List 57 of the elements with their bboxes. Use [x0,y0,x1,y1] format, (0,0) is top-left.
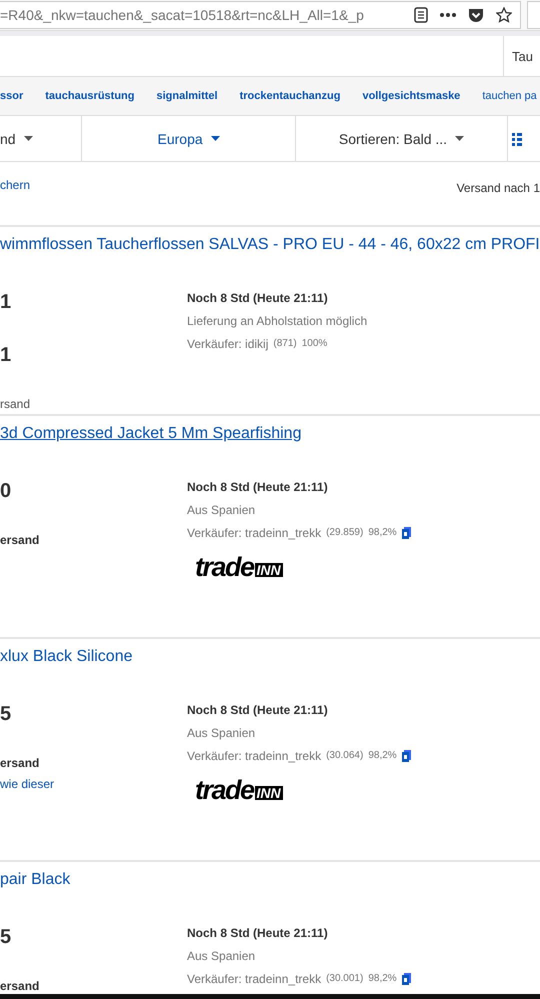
filter-dropdown[interactable]: Sortieren: Bald ... [296,116,508,161]
location-text: Lieferung an Abholstation möglich [187,313,368,329]
listing-title-link[interactable]: xlux Black Silicone [0,648,132,666]
location-text: Aus Spanien [187,948,256,964]
price: 5 [0,702,12,727]
related-search-link[interactable]: signalmittel [156,90,218,102]
reader-view-icon[interactable] [414,7,428,23]
listing-title-link[interactable]: pair Black [0,871,70,889]
shipping-text: ersand [0,755,40,771]
save-search-link[interactable]: chern [0,178,30,225]
star-icon[interactable] [496,7,512,23]
feedback-percent: 98,2% [368,749,397,763]
price: 1 [0,343,12,368]
related-search-link[interactable]: trockentauchanzug [240,90,340,102]
time-left-text: Noch 8 Std (Heute 21:11) [187,925,328,941]
feedback-count: (871) [273,337,297,351]
seller-logo: tradeINN [195,555,283,579]
feedback-count: (29.859) [326,526,364,540]
feedback-percent: 98,2% [368,526,397,540]
listing-title-link[interactable]: wimmflossen Taucherflossen SALVAS - PRO EU - 44 - 46, 60x22 cm PROFI [0,236,540,254]
similar-link[interactable]: wie dieser [0,776,187,792]
location-text: Aus Spanien [187,502,256,518]
more-icon[interactable] [440,13,456,17]
shipping-text: ersand [0,532,40,548]
ship-to-text: Versand nach 1 [456,181,540,197]
caret-icon [210,136,220,141]
time-left-text: Noch 8 Std (Heute 21:11) [187,290,328,306]
shipping-text: rsand [0,396,32,412]
seller-text: Verkäufer: tradeinn_trekk [187,525,322,541]
feedback-percent: 100% [302,337,328,351]
filter-dropdown[interactable]: nd [0,116,82,161]
shipping-text: ersand [0,978,40,994]
feedback-percent: 98,2% [368,972,397,986]
seller-text: Verkäufer: tradeinn_trekk [187,748,322,764]
filter-dropdown[interactable]: Europa [82,116,296,161]
seller-text: Verkäufer: tradeinn_trekk [187,971,322,987]
price: 0 [0,479,12,504]
related-search-link[interactable]: ssor [0,90,24,102]
caret-icon [24,136,33,141]
time-left-text: Noch 8 Std (Heute 21:11) [187,479,328,495]
location-text: Aus Spanien [187,725,256,741]
pocket-icon[interactable] [468,8,484,22]
feedback-count: (30.001) [326,972,364,986]
caret-icon [455,136,464,141]
price: 1 [0,290,12,315]
seller-text: Verkäufer: idikij [187,336,268,352]
feedback-count: (30.064) [326,749,364,763]
related-search-link[interactable]: tauchausrüstung [45,90,134,102]
seller-logo: tradeINN [195,778,283,802]
search-tab[interactable]: Tau [503,36,540,76]
listing-title-link[interactable]: 3d Compressed Jacket 5 Mm Spearfishing [0,425,302,443]
time-left-text: Noch 8 Std (Heute 21:11) [187,702,328,718]
list-view-icon[interactable] [512,132,522,146]
price: 5 [0,925,12,950]
related-search-link[interactable]: tauchen pa [482,90,537,102]
address-bar[interactable]: =R40&_nkw=tauchen&_sacat=10518&rt=nc&LH_All=1&_p [0,1,521,29]
related-search-link[interactable]: vollgesichtsmaske [362,90,460,102]
